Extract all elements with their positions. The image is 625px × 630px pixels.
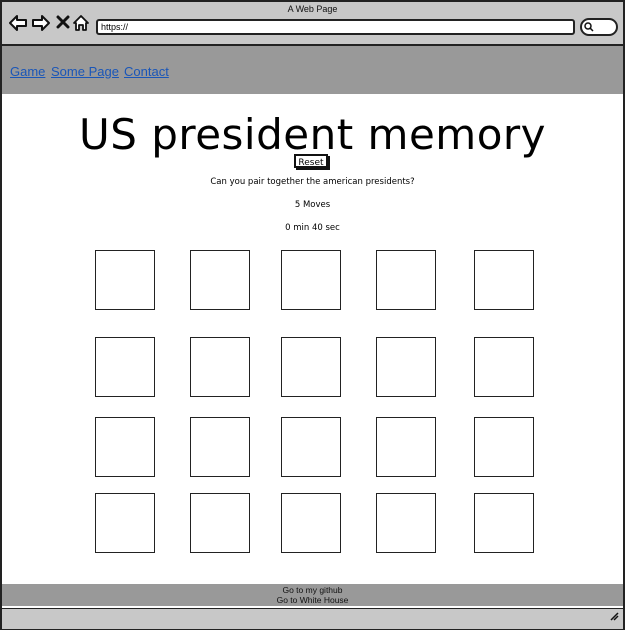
reset-button[interactable]: Reset bbox=[294, 154, 328, 168]
site-header: Game Some Page Contact bbox=[2, 46, 623, 94]
memory-card[interactable] bbox=[95, 493, 155, 553]
memory-card[interactable] bbox=[474, 417, 534, 477]
memory-card[interactable] bbox=[474, 337, 534, 397]
search-icon bbox=[584, 22, 594, 32]
memory-card[interactable] bbox=[190, 417, 250, 477]
memory-card[interactable] bbox=[376, 417, 436, 477]
nav-link-game[interactable]: Game bbox=[10, 64, 45, 79]
resize-grip-icon[interactable] bbox=[609, 608, 619, 626]
search-input[interactable] bbox=[580, 18, 618, 36]
memory-card[interactable] bbox=[376, 493, 436, 553]
nav-link-contact[interactable]: Contact bbox=[124, 64, 169, 79]
game-timer: 0 min 40 sec bbox=[285, 223, 340, 233]
arrow-left-icon[interactable] bbox=[8, 14, 28, 37]
memory-card[interactable] bbox=[190, 337, 250, 397]
window-title: A Web Page bbox=[287, 4, 338, 14]
github-link[interactable]: Go to my github bbox=[2, 584, 623, 595]
arrow-right-icon[interactable] bbox=[31, 14, 51, 37]
memory-card[interactable] bbox=[95, 417, 155, 477]
memory-card[interactable] bbox=[376, 250, 436, 310]
memory-card[interactable] bbox=[95, 337, 155, 397]
memory-card[interactable] bbox=[281, 493, 341, 553]
memory-card[interactable] bbox=[190, 250, 250, 310]
nav-link-some-page[interactable]: Some Page bbox=[51, 64, 119, 79]
memory-card[interactable] bbox=[281, 250, 341, 310]
memory-card[interactable] bbox=[95, 250, 155, 310]
memory-card[interactable] bbox=[474, 250, 534, 310]
browser-toolbar: A Web Page https:// bbox=[2, 2, 623, 46]
close-icon[interactable] bbox=[56, 15, 70, 34]
browser-window: A Web Page https:// Game Some Page Conta… bbox=[0, 0, 625, 630]
game-instructions: Can you pair together the american presi… bbox=[210, 177, 415, 187]
memory-card[interactable] bbox=[474, 493, 534, 553]
url-input[interactable]: https:// bbox=[96, 19, 575, 35]
whitehouse-link[interactable]: Go to White House bbox=[2, 595, 623, 605]
move-counter: 5 Moves bbox=[294, 200, 331, 210]
status-bar bbox=[2, 608, 623, 629]
memory-card[interactable] bbox=[376, 337, 436, 397]
memory-card[interactable] bbox=[190, 493, 250, 553]
memory-card[interactable] bbox=[281, 337, 341, 397]
home-icon[interactable] bbox=[72, 14, 90, 37]
memory-card[interactable] bbox=[281, 417, 341, 477]
page-title: US president memory bbox=[78, 110, 547, 159]
site-footer: Go to my github Go to White House bbox=[2, 584, 623, 606]
